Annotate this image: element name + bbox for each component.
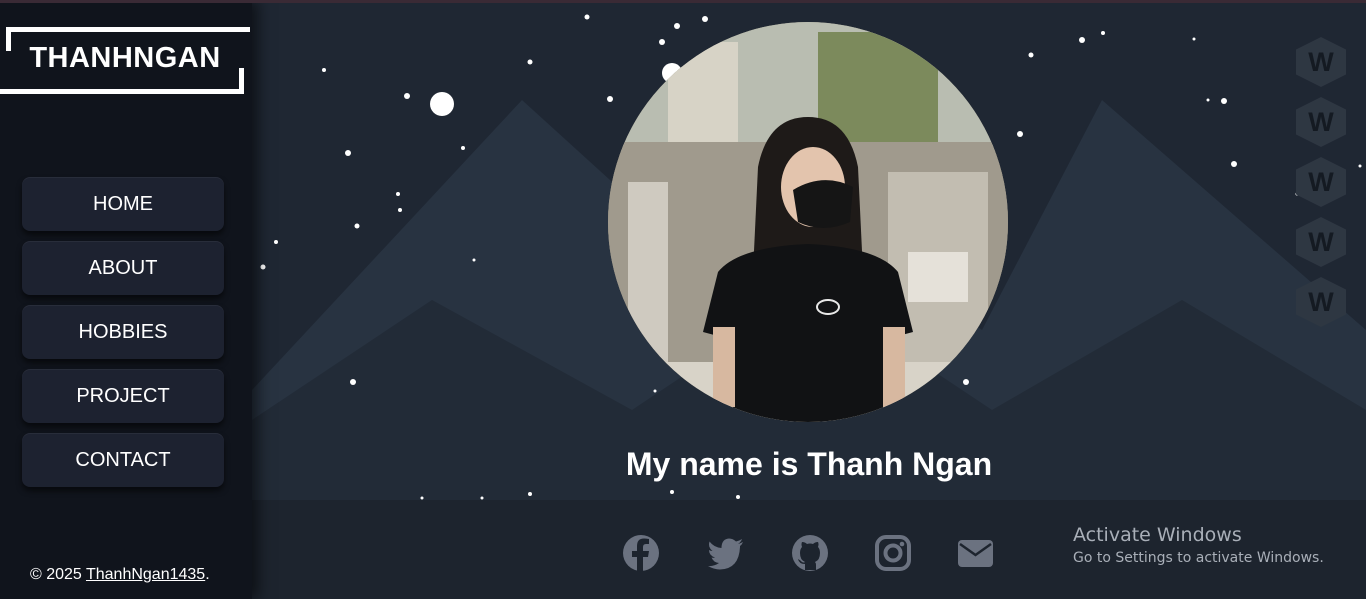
sidebar: THANHNGAN HOME ABOUT HOBBIES PROJECT CON…	[0, 0, 252, 599]
top-border	[0, 0, 1366, 3]
logo-text: THANHNGAN	[29, 42, 221, 74]
side-badge[interactable]: W	[1296, 97, 1346, 147]
hero-headline: My name is Thanh Ngan	[625, 446, 993, 482]
nav-contact-button[interactable]: CONTACT	[22, 433, 224, 487]
activate-windows-title: Activate Windows	[1073, 524, 1242, 546]
copyright-prefix: © 2025	[30, 566, 86, 583]
copyright-link[interactable]: ThanhNgan1435	[86, 566, 205, 583]
side-badge[interactable]: W	[1296, 217, 1346, 267]
side-badge[interactable]: W	[1296, 277, 1346, 327]
hero-section	[252, 0, 1366, 500]
logo[interactable]: THANHNGAN	[0, 27, 250, 94]
profile-photo-illustration	[608, 22, 1008, 422]
nav-menu: HOME ABOUT HOBBIES PROJECT CONTACT	[22, 177, 226, 497]
profile-photo	[608, 22, 1008, 422]
nav-hobbies-button[interactable]: HOBBIES	[22, 305, 224, 359]
nav-home-button[interactable]: HOME	[22, 177, 224, 231]
copyright: © 2025 ThanhNgan1435.	[30, 566, 210, 584]
facebook-icon[interactable]	[621, 533, 661, 573]
twitter-icon[interactable]	[706, 533, 746, 573]
side-badge[interactable]: W	[1296, 37, 1346, 87]
github-icon[interactable]	[790, 533, 830, 573]
mail-icon[interactable]	[955, 533, 995, 573]
instagram-icon[interactable]	[873, 533, 913, 573]
side-badge-column: W W W W W	[1296, 37, 1346, 337]
nav-project-button[interactable]: PROJECT	[22, 369, 224, 423]
nav-about-button[interactable]: ABOUT	[22, 241, 224, 295]
copyright-suffix: .	[205, 566, 210, 583]
side-badge[interactable]: W	[1296, 157, 1346, 207]
activate-windows-subtitle: Go to Settings to activate Windows.	[1073, 550, 1324, 566]
